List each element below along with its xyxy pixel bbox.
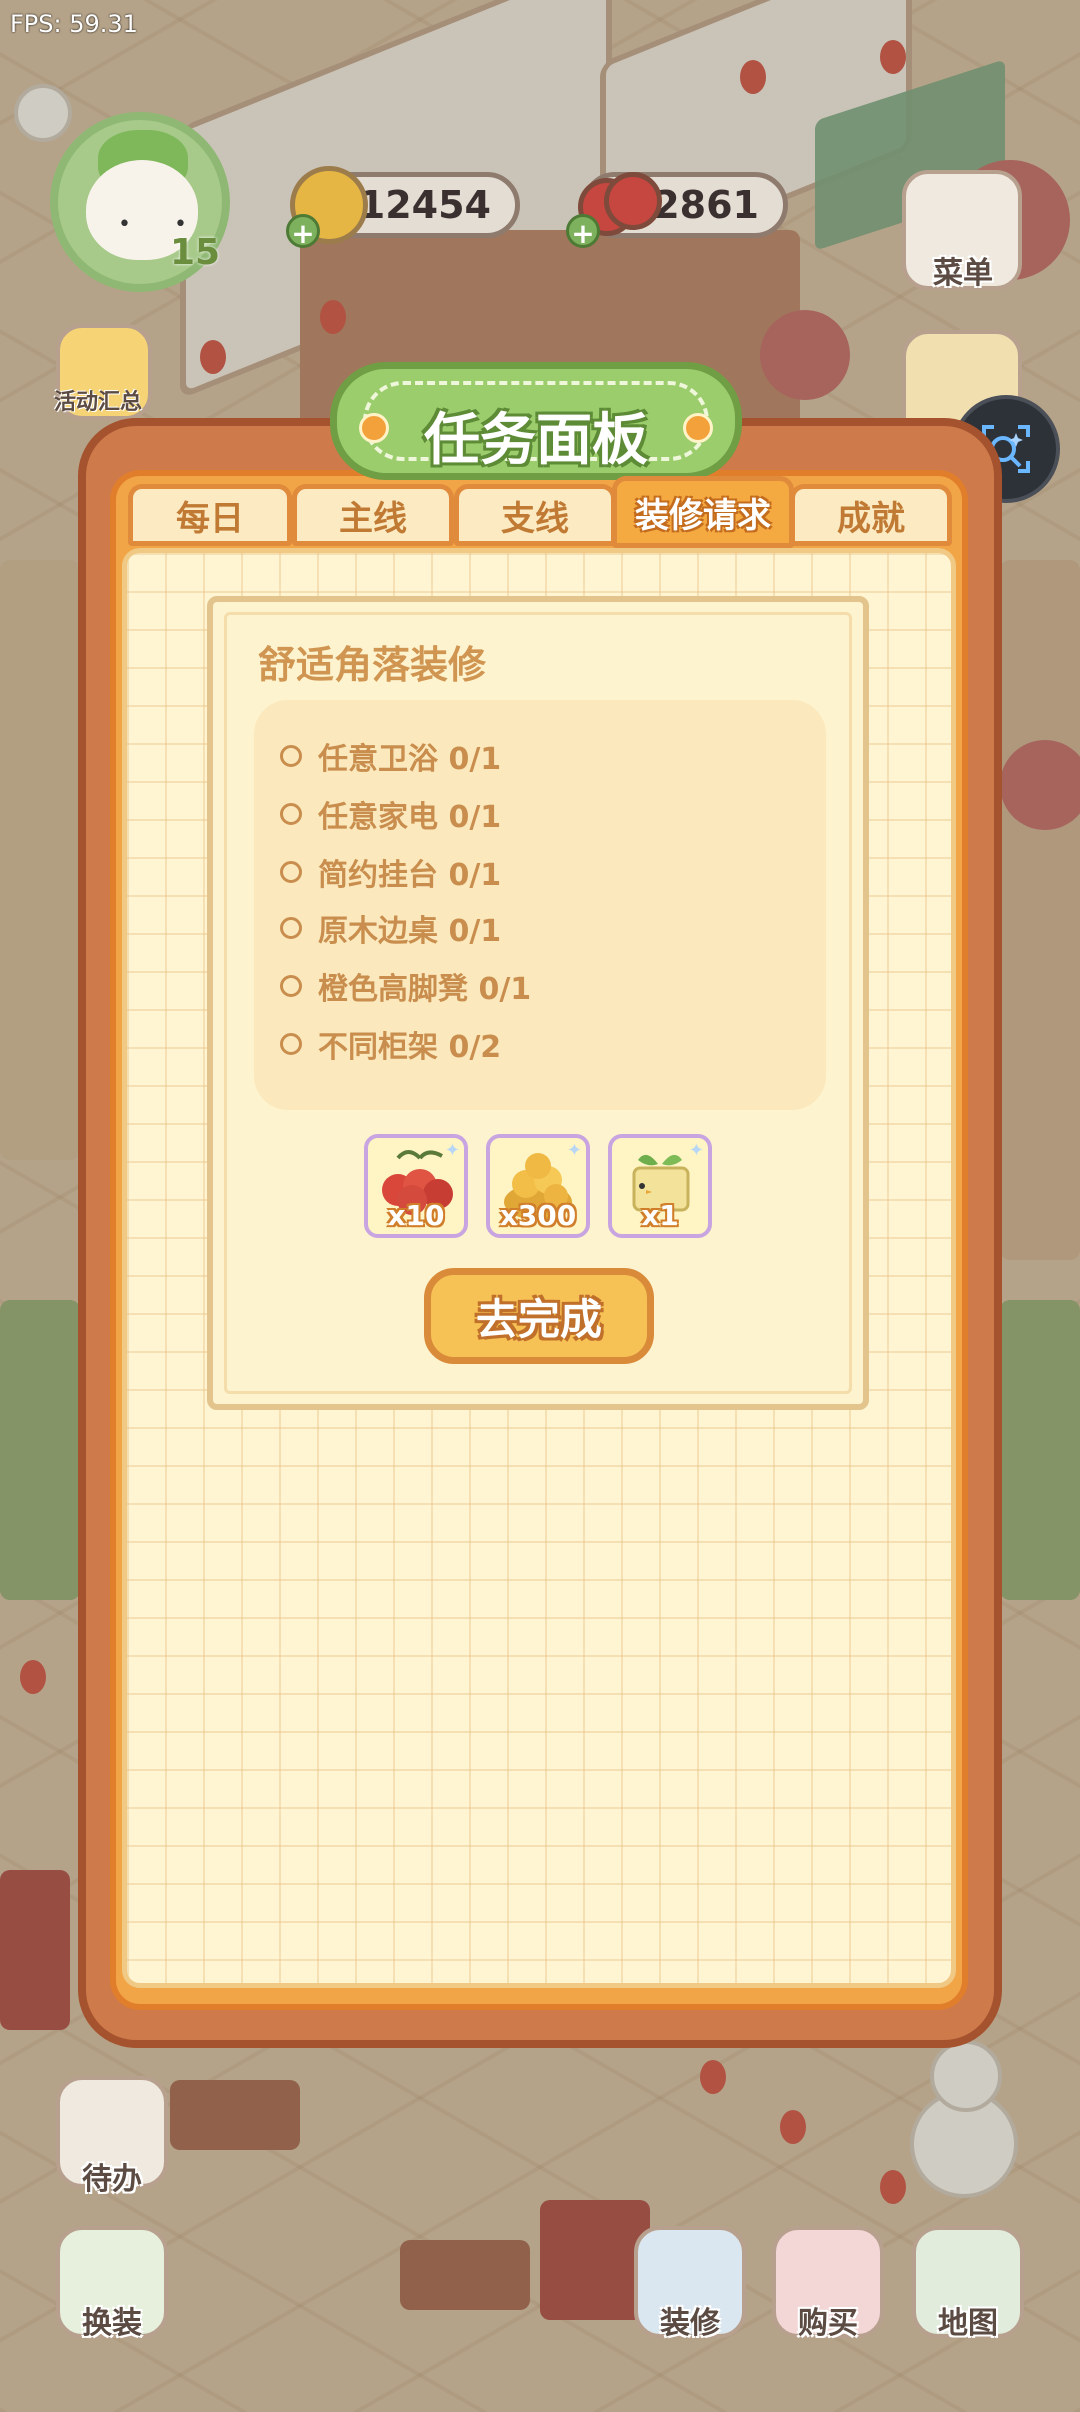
- todo-button-label: 待办: [82, 2162, 142, 2197]
- requirement-item: 任意家电 0/1: [280, 794, 502, 835]
- tab-daily[interactable]: 每日: [128, 484, 292, 546]
- events-button-label: 活动汇总: [54, 390, 143, 415]
- reward-count: x1: [641, 1199, 679, 1232]
- requirement-item: 原木边桌 0/1: [280, 908, 502, 949]
- sparkle-icon: ✦: [444, 1140, 460, 1161]
- tab-side-quest[interactable]: 支线: [454, 484, 616, 546]
- requirement-text: 任意家电 0/1: [318, 800, 502, 835]
- reward-count: x300: [499, 1199, 577, 1232]
- decorate-button-label: 装修: [660, 2306, 720, 2341]
- unchecked-circle-icon: [280, 975, 302, 997]
- requirement-text: 原木边桌 0/1: [318, 914, 502, 949]
- requirement-text: 橙色高脚凳 0/1: [318, 972, 532, 1007]
- task-title: 舒适角落装修: [258, 643, 487, 687]
- unchecked-circle-icon: [280, 861, 302, 883]
- player-level: 15: [170, 232, 221, 273]
- requirement-text: 任意卫浴 0/1: [318, 742, 502, 777]
- cherry-amount: 2861: [653, 183, 759, 227]
- fps-counter: FPS: 59.31: [10, 10, 138, 38]
- requirement-item: 简约挂台 0/1: [280, 852, 502, 893]
- reward-count: x10: [387, 1199, 445, 1232]
- tab-decoration-request[interactable]: 装修请求: [612, 476, 794, 548]
- reward-coins[interactable]: ✦ x300: [486, 1134, 590, 1238]
- requirement-text: 不同柜架 0/2: [318, 1030, 502, 1065]
- requirement-text: 简约挂台 0/1: [318, 858, 502, 893]
- unchecked-circle-icon: [280, 917, 302, 939]
- requirement-item: 橙色高脚凳 0/1: [280, 966, 532, 1007]
- map-button-label: 地图: [938, 2306, 998, 2341]
- task-panel-title-banner: 任务面板: [330, 362, 742, 480]
- go-complete-button[interactable]: 去完成: [424, 1268, 654, 1364]
- tab-main-quest[interactable]: 主线: [292, 484, 454, 546]
- sparkle-icon: ✦: [566, 1140, 582, 1161]
- reward-sprout-box[interactable]: ✦ x1: [608, 1134, 712, 1238]
- add-coins-button[interactable]: +: [286, 214, 320, 250]
- reward-cherries[interactable]: ✦ x10: [364, 1134, 468, 1238]
- requirement-item: 任意卫浴 0/1: [280, 736, 502, 777]
- task-panel-title: 任务面板: [424, 408, 648, 473]
- sparkle-icon: ✦: [688, 1140, 704, 1161]
- buy-button-label: 购买: [798, 2306, 858, 2341]
- unchecked-circle-icon: [280, 745, 302, 767]
- cherry-icon: [604, 172, 662, 230]
- unchecked-circle-icon: [280, 1033, 302, 1055]
- tab-achievements[interactable]: 成就: [790, 484, 952, 546]
- requirement-item: 不同柜架 0/2: [280, 1024, 502, 1065]
- coin-amount: 12454: [358, 183, 491, 227]
- menu-button-label: 菜单: [933, 256, 993, 291]
- add-cherries-button[interactable]: +: [566, 214, 600, 250]
- unchecked-circle-icon: [280, 803, 302, 825]
- outfit-button-label: 换装: [82, 2306, 142, 2341]
